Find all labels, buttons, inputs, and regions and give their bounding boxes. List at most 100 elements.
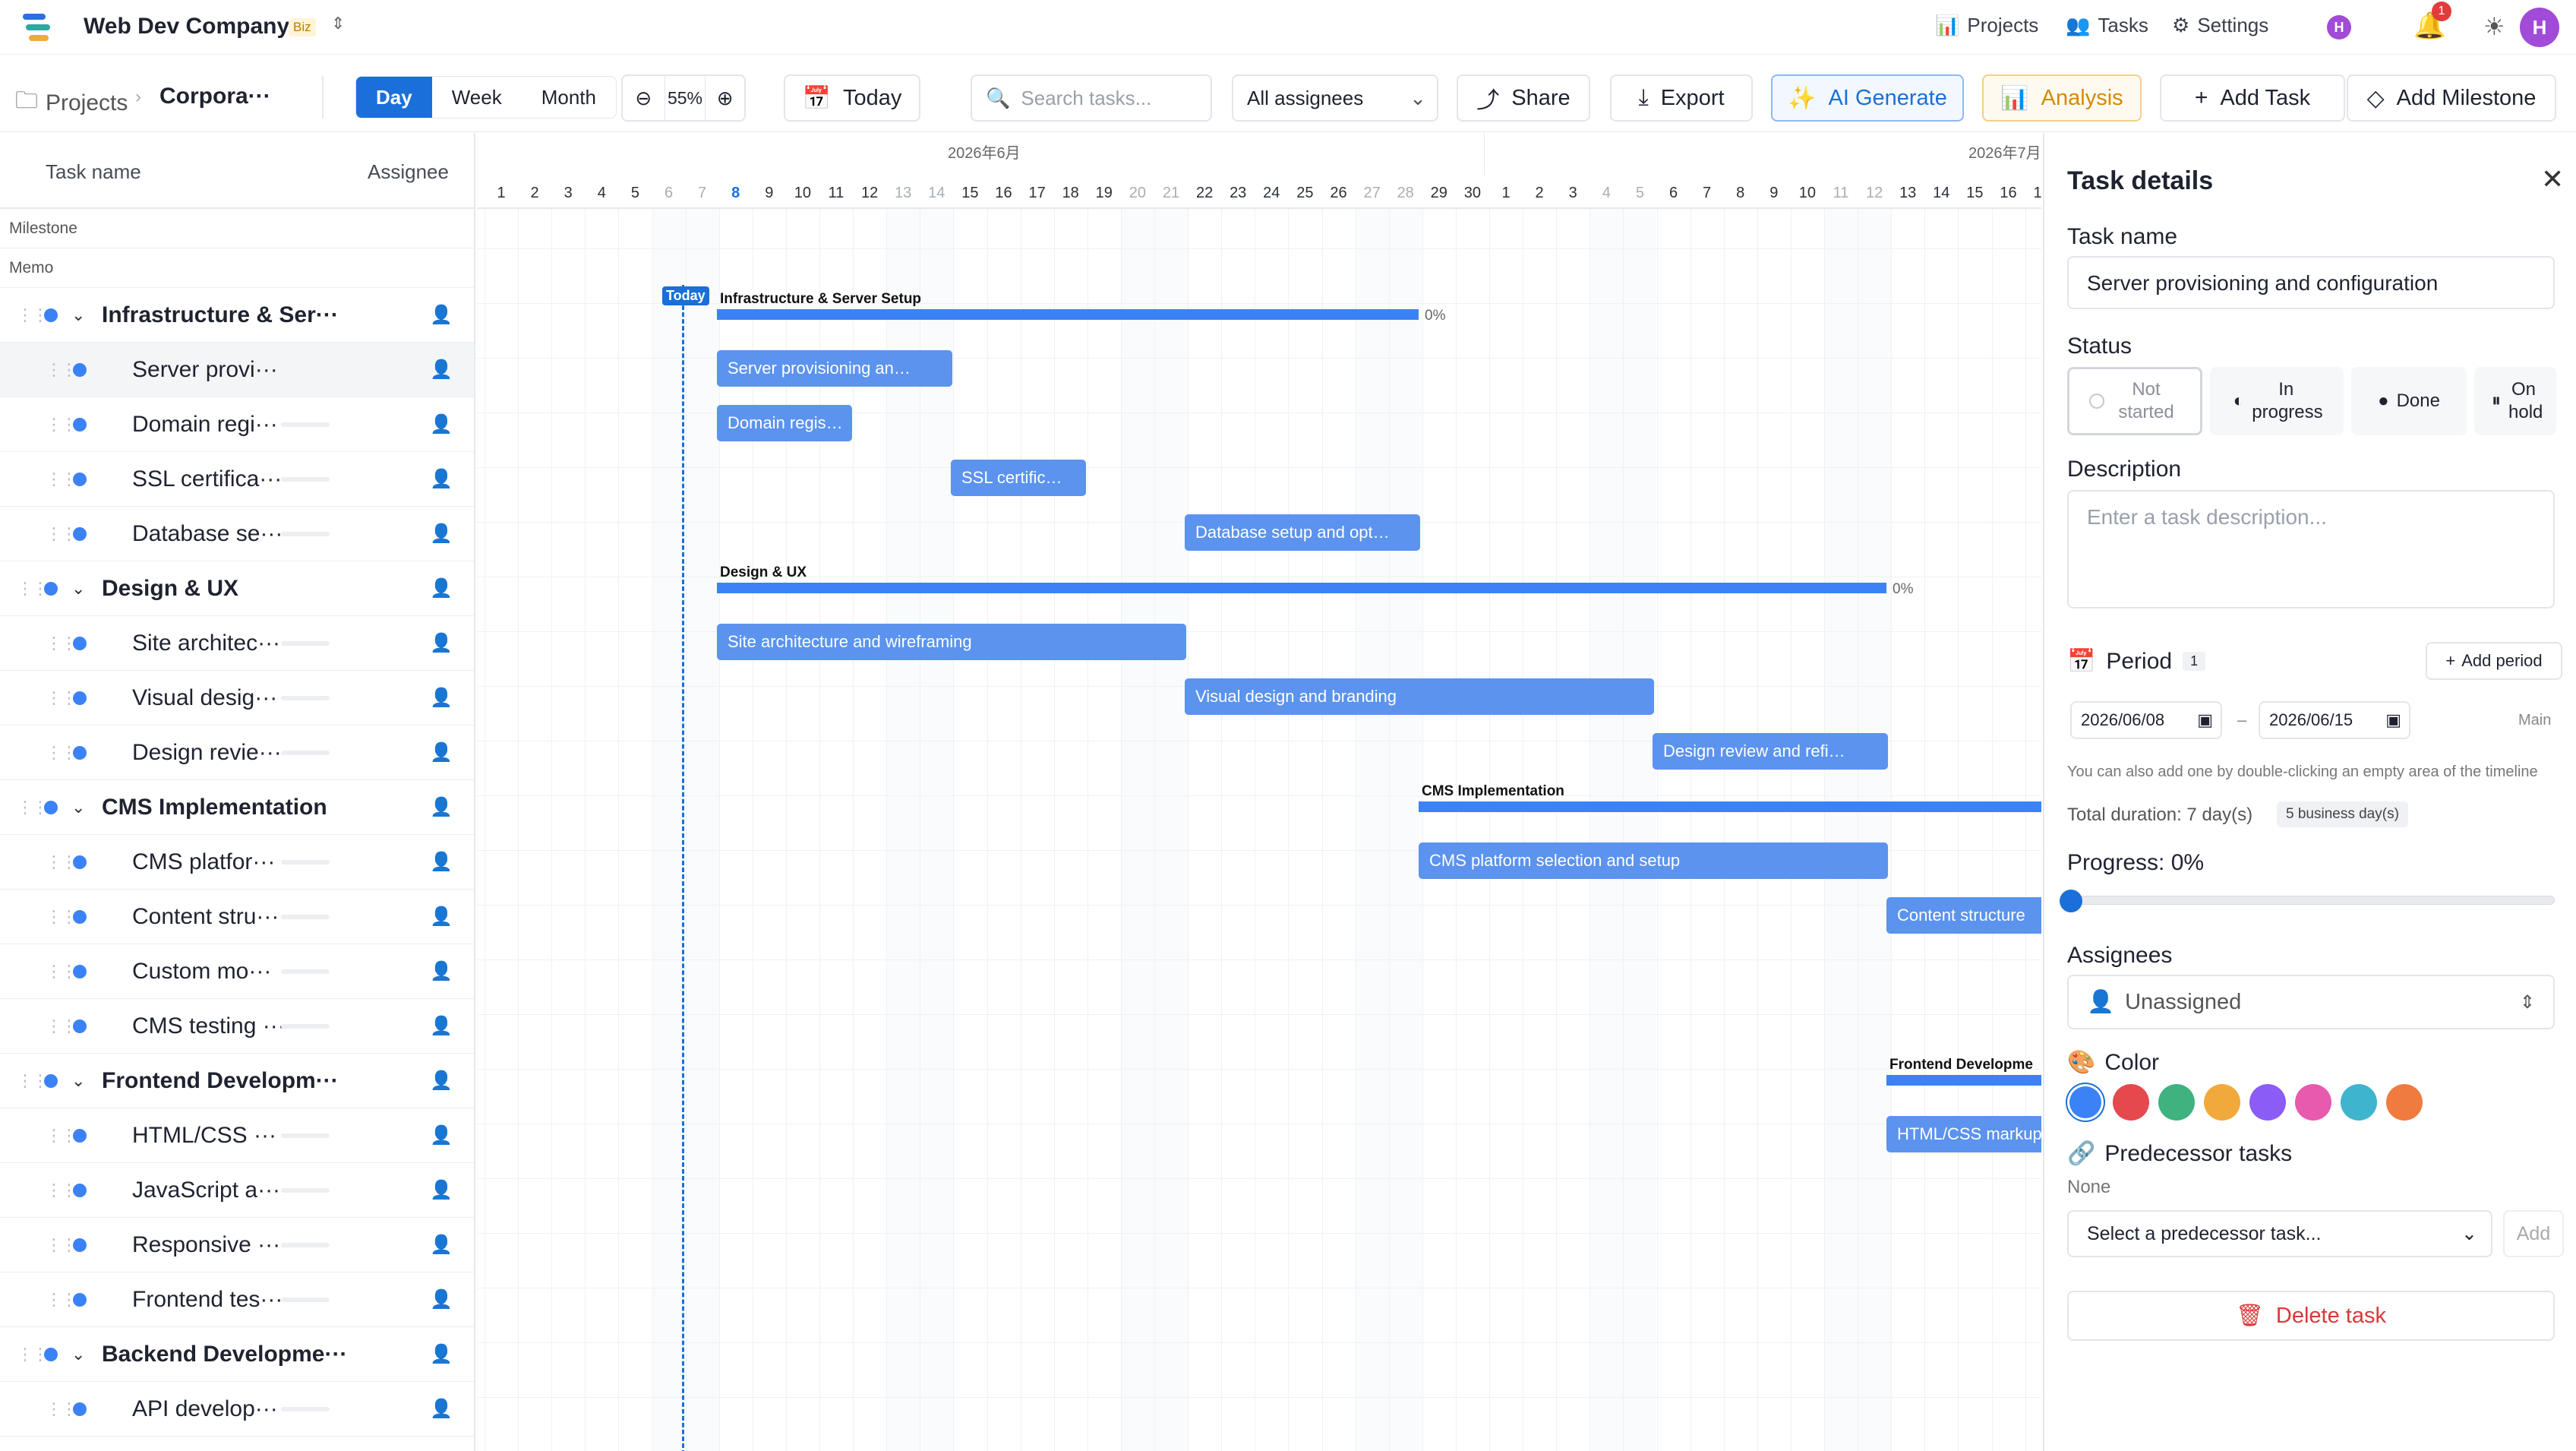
drag-handle-icon[interactable]: ⋮⋮ (46, 469, 77, 489)
drag-handle-icon[interactable]: ⋮⋮ (46, 907, 77, 927)
add-milestone-button[interactable]: ◇ Add Milestone (2347, 74, 2556, 122)
task-group-row[interactable]: ⋮⋮ ⌄ Infrastructure & Ser··· 👤 (0, 288, 474, 343)
progress-slider-thumb[interactable] (2060, 890, 2082, 912)
user-icon[interactable]: 👤 (430, 523, 453, 545)
add-period-button[interactable]: + Add period (2426, 642, 2562, 680)
drag-handle-icon[interactable]: ⋮⋮ (46, 743, 77, 763)
user-icon[interactable]: 👤 (430, 413, 453, 435)
task-bar[interactable]: Server provisioning an… (717, 350, 952, 387)
drag-handle-icon[interactable]: ⋮⋮ (46, 1290, 77, 1310)
close-icon[interactable]: ✕ (2541, 163, 2564, 195)
group-bar[interactable] (717, 309, 1419, 320)
user-icon[interactable]: 👤 (430, 906, 453, 928)
predecessor-select[interactable]: Select a predecessor task... ⌄ (2067, 1210, 2492, 1257)
export-button[interactable]: ⤓ Export (1610, 74, 1753, 122)
ai-generate-button[interactable]: ✨ AI Generate (1771, 74, 1964, 122)
task-name-input[interactable]: Server provisioning and configuration (2067, 256, 2555, 309)
theme-toggle-icon[interactable]: ☀ (2483, 12, 2505, 41)
presence-avatar[interactable]: H (2327, 15, 2351, 40)
drag-handle-icon[interactable]: ⋮⋮ (17, 1345, 49, 1364)
color-swatch[interactable] (2341, 1084, 2377, 1121)
delete-task-button[interactable]: 🗑 Delete task (2067, 1291, 2555, 1341)
task-bar[interactable]: SSL certific… (951, 460, 1086, 496)
view-week-button[interactable]: Week (432, 77, 522, 118)
drag-handle-icon[interactable]: ⋮⋮ (46, 524, 77, 544)
chevron-down-icon[interactable]: ⌄ (71, 1345, 85, 1364)
end-date-input[interactable]: 2026/06/15 ▣ (2259, 701, 2410, 739)
user-icon[interactable]: 👤 (430, 796, 453, 818)
user-icon[interactable]: 👤 (430, 359, 453, 381)
user-icon[interactable]: 👤 (430, 960, 453, 982)
search-input[interactable]: 🔍 Search tasks... (971, 74, 1212, 122)
color-swatch[interactable] (2067, 1084, 2104, 1121)
color-swatch[interactable] (2249, 1084, 2286, 1121)
color-swatch[interactable] (2386, 1084, 2423, 1121)
drag-handle-icon[interactable]: ⋮⋮ (46, 1235, 77, 1255)
add-task-button[interactable]: + Add Task (2160, 74, 2345, 122)
chevron-down-icon[interactable]: ⌄ (71, 798, 85, 817)
zoom-out-icon[interactable]: ⊖ (623, 87, 665, 110)
drag-handle-icon[interactable]: ⋮⋮ (46, 1126, 77, 1146)
drag-handle-icon[interactable]: ⋮⋮ (46, 360, 77, 380)
task-row[interactable]: ⋮⋮ Site architec··· 👤 (0, 616, 474, 671)
task-bar[interactable]: Design review and refi… (1653, 733, 1888, 770)
assignee-select[interactable]: 👤 Unassigned ⇕ (2067, 975, 2555, 1029)
task-group-row[interactable]: ⋮⋮ ⌄ Backend Developme··· 👤 (0, 1327, 474, 1382)
task-bar[interactable]: CMS platform selection and setup (1419, 842, 1888, 879)
task-row[interactable]: ⋮⋮ Visual desig··· 👤 (0, 671, 474, 726)
breadcrumb-projects[interactable]: 🗀 Projects (15, 84, 128, 122)
group-bar[interactable] (1419, 801, 2041, 812)
task-row[interactable]: ⋮⋮ Responsive ··· 👤 (0, 1218, 474, 1272)
start-date-input[interactable]: 2026/06/08 ▣ (2070, 701, 2222, 739)
task-group-row[interactable]: ⋮⋮ ⌄ Design & UX 👤 (0, 561, 474, 616)
task-bar[interactable]: Database setup and opt… (1185, 514, 1420, 551)
drag-handle-icon[interactable]: ⋮⋮ (46, 852, 77, 872)
user-icon[interactable]: 👤 (430, 1179, 453, 1201)
zoom-in-icon[interactable]: ⊕ (706, 87, 744, 110)
drag-handle-icon[interactable]: ⋮⋮ (46, 1016, 77, 1036)
chevron-down-icon[interactable]: ⌄ (71, 579, 85, 599)
status-done[interactable]: ● Done (2351, 367, 2467, 435)
color-swatch[interactable] (2158, 1084, 2195, 1121)
drag-handle-icon[interactable]: ⋮⋮ (17, 579, 49, 599)
user-icon[interactable]: 👤 (430, 1398, 453, 1420)
user-icon[interactable]: 👤 (430, 577, 453, 599)
task-row[interactable]: ⋮⋮ Custom mo··· 👤 (0, 944, 474, 999)
task-row[interactable]: ⋮⋮ HTML/CSS ··· 👤 (0, 1108, 474, 1163)
task-row[interactable]: ⋮⋮ Database se··· 👤 (0, 507, 474, 561)
task-bar[interactable]: Site architecture and wireframing (717, 624, 1186, 660)
assignee-filter-select[interactable]: All assignees ⌄ (1232, 74, 1438, 122)
task-bar[interactable]: HTML/CSS markup (1886, 1116, 2041, 1152)
color-swatch[interactable] (2113, 1084, 2149, 1121)
drag-handle-icon[interactable]: ⋮⋮ (17, 305, 49, 325)
task-bar[interactable]: Domain regis… (717, 405, 852, 441)
task-group-row[interactable]: ⋮⋮ ⌄ CMS Implementation 👤 (0, 780, 474, 835)
drag-handle-icon[interactable]: ⋮⋮ (46, 415, 77, 435)
analysis-button[interactable]: 📊 Analysis (1982, 74, 2142, 122)
user-icon[interactable]: 👤 (430, 687, 453, 709)
description-input[interactable]: Enter a task description... (2067, 490, 2555, 609)
app-logo-icon[interactable] (20, 12, 53, 43)
chevron-down-icon[interactable]: ⌄ (71, 1071, 85, 1091)
status-not-started[interactable]: Not started (2067, 367, 2202, 435)
user-icon[interactable]: 👤 (430, 1070, 453, 1092)
task-row[interactable]: ⋮⋮ API develop··· 👤 (0, 1382, 474, 1437)
task-group-row[interactable]: ⋮⋮ ⌄ Frontend Developm··· 👤 (0, 1054, 474, 1108)
user-icon[interactable]: 👤 (430, 304, 453, 326)
task-row[interactable]: ⋮⋮ Server provi··· 👤 (0, 343, 474, 397)
drag-handle-icon[interactable]: ⋮⋮ (46, 962, 77, 982)
share-button[interactable]: ⤴ Share (1457, 74, 1590, 122)
task-row[interactable]: ⋮⋮ Content stru··· 👤 (0, 890, 474, 944)
add-predecessor-button[interactable]: Add (2503, 1210, 2564, 1257)
user-icon[interactable]: 👤 (430, 1343, 453, 1365)
task-bar[interactable]: Visual design and branding (1185, 678, 1654, 715)
user-avatar[interactable]: H (2520, 8, 2559, 47)
user-icon[interactable]: 👤 (430, 468, 453, 490)
task-row[interactable]: ⋮⋮ CMS testing ··· 👤 (0, 999, 474, 1054)
chevron-down-icon[interactable]: ⌄ (71, 305, 85, 325)
progress-track[interactable] (2067, 896, 2555, 905)
drag-handle-icon[interactable]: ⋮⋮ (46, 1399, 77, 1419)
view-day-button[interactable]: Day (356, 77, 432, 118)
drag-handle-icon[interactable]: ⋮⋮ (46, 1181, 77, 1200)
workspace-switch-icon[interactable]: ⇕ (331, 14, 345, 33)
